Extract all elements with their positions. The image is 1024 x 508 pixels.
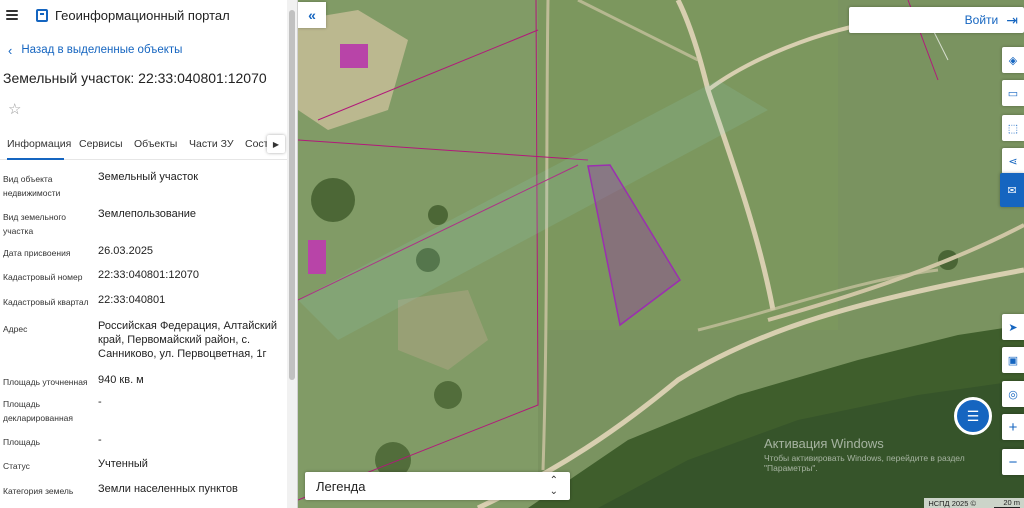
panel-scrollbar[interactable] bbox=[287, 0, 297, 508]
back-link[interactable]: ‹ Назад в выделенные объекты bbox=[0, 32, 297, 68]
map-attribution: НСПД 2025 © 20 m bbox=[924, 498, 1024, 508]
info-label: Вид земельного участка bbox=[3, 212, 67, 236]
legend-label: Легенда bbox=[316, 478, 366, 494]
watermark-line: "Параметры". bbox=[764, 463, 818, 473]
feedback-icon[interactable]: ✉ bbox=[1000, 173, 1024, 207]
info-value: 26.03.2025 bbox=[98, 245, 154, 257]
tab-composition[interactable]: Сост bbox=[245, 132, 268, 156]
object-title: Земельный участок: 22:33:040801:12070 bbox=[3, 70, 267, 86]
info-value: Учтенный bbox=[98, 458, 148, 470]
info-label: Площадь декларированная bbox=[3, 399, 73, 423]
info-value: Землепользование bbox=[98, 208, 197, 220]
info-label: Адрес bbox=[3, 324, 28, 334]
star-favorite-icon[interactable]: ☆ bbox=[0, 100, 297, 126]
layers-icon[interactable]: ◈ bbox=[1002, 47, 1024, 73]
tab-objects[interactable]: Объекты bbox=[134, 132, 177, 156]
info-value: 22:33:040801:12070 bbox=[98, 269, 199, 281]
info-label: Кадастровый квартал bbox=[3, 297, 89, 307]
info-value: 22:33:040801 bbox=[98, 294, 166, 306]
collapse-panel-button[interactable]: « bbox=[298, 2, 326, 28]
chevron-left-icon: ‹ bbox=[8, 42, 13, 58]
login-label: Войти bbox=[964, 13, 999, 27]
info-list: Вид объекта недвижимости Земельный участ… bbox=[0, 160, 297, 508]
share-icon[interactable]: ⋖ bbox=[1002, 148, 1024, 174]
scrollbar-thumb[interactable] bbox=[289, 10, 295, 380]
tab-services[interactable]: Сервисы bbox=[79, 132, 123, 156]
satellite-imagery bbox=[298, 0, 1024, 508]
chat-icon[interactable]: ☰ bbox=[954, 397, 992, 435]
info-value: - bbox=[98, 396, 102, 408]
tab-parts[interactable]: Части ЗУ bbox=[189, 132, 234, 156]
info-value: - bbox=[98, 434, 102, 446]
portal-title: Геоинформационный портал bbox=[55, 7, 230, 23]
select-area-icon[interactable]: ⬚ bbox=[1002, 115, 1024, 141]
scale-bar: 20 m bbox=[994, 498, 1020, 508]
watermark-title: Активация Windows bbox=[764, 436, 884, 451]
back-link-label: Назад в выделенные объекты bbox=[21, 44, 183, 56]
zoom-out-icon[interactable]: − bbox=[1002, 449, 1024, 475]
info-value: 940 кв. м bbox=[98, 374, 144, 386]
windows-activation-watermark: Активация Windows Чтобы активировать Win… bbox=[764, 436, 965, 473]
tab-bar: Информация Сервисы Объекты Части ЗУ Сост… bbox=[0, 132, 297, 160]
geo-search-icon[interactable]: ◎ bbox=[1002, 381, 1024, 407]
info-label: Статус bbox=[3, 461, 30, 471]
map-view[interactable]: « Войти ⇥ ◈ ▭ ⬚ ⋖ ✉ ➤ ▣ ◎ + − ☰ Активаци… bbox=[298, 0, 1024, 508]
legend-dropdown[interactable]: Легенда ⌃ ⌄ bbox=[305, 472, 570, 500]
zoom-in-icon[interactable]: + bbox=[1002, 414, 1024, 440]
info-value: Земельный участок bbox=[98, 171, 199, 183]
portal-logo-icon bbox=[36, 8, 48, 22]
info-label: Кадастровый номер bbox=[3, 272, 83, 282]
tab-info[interactable]: Информация bbox=[7, 132, 71, 160]
attribution-text: НСПД 2025 © bbox=[928, 498, 976, 508]
ruler-icon[interactable]: ▭ bbox=[1002, 80, 1024, 106]
info-label: Площадь bbox=[3, 437, 41, 447]
info-value: Российская Федерация, Алтайский край, Пе… bbox=[98, 320, 278, 360]
app-root: Геоинформационный портал ‹ Назад в выдел… bbox=[0, 0, 1024, 508]
login-button[interactable]: Войти ⇥ bbox=[849, 7, 1024, 33]
info-value: Земли населенных пунктов bbox=[98, 483, 238, 495]
watermark-line: Чтобы активировать Windows, перейдите в … bbox=[764, 453, 965, 463]
expand-icon: ⌃ ⌄ bbox=[549, 475, 558, 497]
locate-icon[interactable]: ➤ bbox=[1002, 314, 1024, 340]
info-panel: Геоинформационный портал ‹ Назад в выдел… bbox=[0, 0, 298, 508]
info-label: Дата присвоения bbox=[3, 248, 71, 258]
info-label: Категория земель bbox=[3, 486, 74, 496]
info-label: Площадь уточненная bbox=[3, 377, 88, 387]
panel-header: Геоинформационный портал bbox=[0, 0, 297, 30]
info-label: Вид объекта недвижимости bbox=[3, 174, 61, 198]
login-icon: ⇥ bbox=[1006, 11, 1018, 28]
menu-icon[interactable] bbox=[6, 10, 18, 20]
tabs-scroll-right-icon[interactable]: ▶ bbox=[267, 135, 285, 153]
picture-in-picture-icon[interactable]: ▣ bbox=[1002, 347, 1024, 373]
